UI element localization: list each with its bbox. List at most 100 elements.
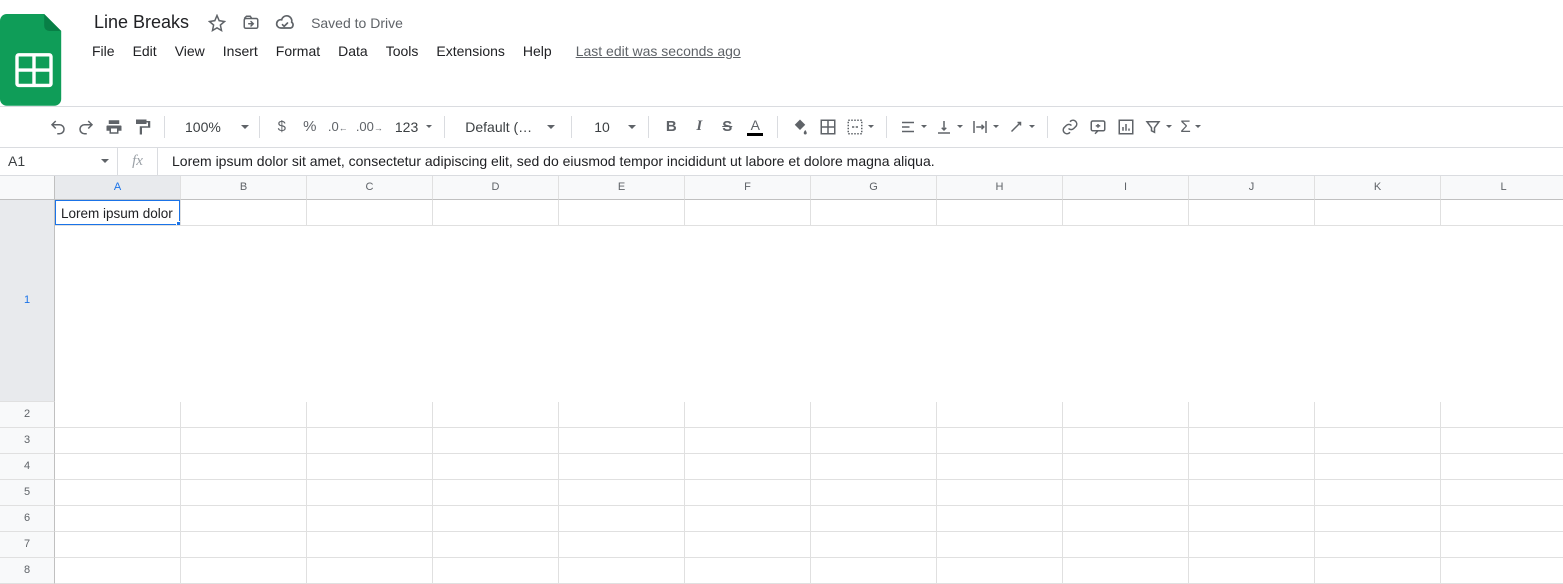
undo-button[interactable] <box>44 113 72 141</box>
star-icon[interactable] <box>205 11 229 35</box>
cell-E1[interactable] <box>559 200 685 226</box>
col-header-D[interactable]: D <box>433 176 559 200</box>
cell-B3[interactable] <box>181 428 307 454</box>
cell-K1[interactable] <box>1315 200 1441 226</box>
cell-E5[interactable] <box>559 480 685 506</box>
cell-G3[interactable] <box>811 428 937 454</box>
name-box[interactable]: A1 <box>0 148 118 175</box>
cell-B8[interactable] <box>181 558 307 584</box>
cell-F8[interactable] <box>685 558 811 584</box>
cell-A8[interactable] <box>55 558 181 584</box>
cell-C4[interactable] <box>307 454 433 480</box>
insert-comment-button[interactable] <box>1084 113 1112 141</box>
menu-extensions[interactable]: Extensions <box>428 39 512 63</box>
cell-G5[interactable] <box>811 480 937 506</box>
cell-D6[interactable] <box>433 506 559 532</box>
col-header-J[interactable]: J <box>1189 176 1315 200</box>
cell-I5[interactable] <box>1063 480 1189 506</box>
cell-I2[interactable] <box>1063 402 1189 428</box>
cell-I6[interactable] <box>1063 506 1189 532</box>
cell-B2[interactable] <box>181 402 307 428</box>
italic-button[interactable]: I <box>685 113 713 141</box>
cell-A3[interactable] <box>55 428 181 454</box>
cell-K7[interactable] <box>1315 532 1441 558</box>
filter-button[interactable] <box>1140 113 1176 141</box>
cell-H7[interactable] <box>937 532 1063 558</box>
cell-D7[interactable] <box>433 532 559 558</box>
decrease-decimal-button[interactable]: .0← <box>324 113 352 141</box>
cell-E4[interactable] <box>559 454 685 480</box>
doc-title[interactable]: Line Breaks <box>88 10 195 35</box>
print-button[interactable] <box>100 113 128 141</box>
cell-I4[interactable] <box>1063 454 1189 480</box>
cell-L5[interactable] <box>1441 480 1563 506</box>
cell-B5[interactable] <box>181 480 307 506</box>
cell-F5[interactable] <box>685 480 811 506</box>
menu-format[interactable]: Format <box>268 39 328 63</box>
col-header-E[interactable]: E <box>559 176 685 200</box>
cell-F4[interactable] <box>685 454 811 480</box>
cell-G1[interactable] <box>811 200 937 226</box>
cell-D3[interactable] <box>433 428 559 454</box>
cell-E2[interactable] <box>559 402 685 428</box>
col-header-I[interactable]: I <box>1063 176 1189 200</box>
col-header-H[interactable]: H <box>937 176 1063 200</box>
spreadsheet-grid[interactable]: A B C D E F G H I J K L 1 Lorem ipsum do… <box>0 176 1563 584</box>
row-header-3[interactable]: 3 <box>0 428 55 454</box>
cell-H3[interactable] <box>937 428 1063 454</box>
col-header-G[interactable]: G <box>811 176 937 200</box>
col-header-A[interactable]: A <box>55 176 181 200</box>
cell-F3[interactable] <box>685 428 811 454</box>
cell-L3[interactable] <box>1441 428 1563 454</box>
functions-button[interactable]: Σ <box>1176 113 1205 141</box>
cell-B6[interactable] <box>181 506 307 532</box>
cell-H4[interactable] <box>937 454 1063 480</box>
select-all-corner[interactable] <box>0 176 55 200</box>
cell-L6[interactable] <box>1441 506 1563 532</box>
cell-G4[interactable] <box>811 454 937 480</box>
cell-G8[interactable] <box>811 558 937 584</box>
cell-K4[interactable] <box>1315 454 1441 480</box>
cell-A6[interactable] <box>55 506 181 532</box>
insert-link-button[interactable] <box>1056 113 1084 141</box>
cell-J6[interactable] <box>1189 506 1315 532</box>
currency-button[interactable]: $ <box>268 113 296 141</box>
menu-view[interactable]: View <box>167 39 213 63</box>
cell-A2[interactable] <box>55 402 181 428</box>
app-logo[interactable] <box>0 6 68 106</box>
cell-H2[interactable] <box>937 402 1063 428</box>
increase-decimal-button[interactable]: .00→ <box>352 113 387 141</box>
cell-C1[interactable] <box>307 200 433 226</box>
cell-I3[interactable] <box>1063 428 1189 454</box>
col-header-B[interactable]: B <box>181 176 307 200</box>
cell-I8[interactable] <box>1063 558 1189 584</box>
paint-format-button[interactable] <box>128 113 156 141</box>
cell-L4[interactable] <box>1441 454 1563 480</box>
vertical-align-button[interactable] <box>931 113 967 141</box>
cell-F1[interactable] <box>685 200 811 226</box>
cell-L1[interactable] <box>1441 200 1563 226</box>
font-select[interactable]: Default (Ari... <box>453 113 563 141</box>
cell-G2[interactable] <box>811 402 937 428</box>
col-header-F[interactable]: F <box>685 176 811 200</box>
cell-L7[interactable] <box>1441 532 1563 558</box>
strikethrough-button[interactable]: S <box>713 113 741 141</box>
cell-B1[interactable] <box>181 200 307 226</box>
cell-J1[interactable] <box>1189 200 1315 226</box>
cell-F7[interactable] <box>685 532 811 558</box>
row-header-1[interactable]: 1 <box>0 200 55 402</box>
menu-tools[interactable]: Tools <box>378 39 427 63</box>
cell-D1[interactable] <box>433 200 559 226</box>
cell-C5[interactable] <box>307 480 433 506</box>
cell-I7[interactable] <box>1063 532 1189 558</box>
fill-handle[interactable] <box>176 221 181 226</box>
menu-file[interactable]: File <box>84 39 123 63</box>
cell-J5[interactable] <box>1189 480 1315 506</box>
cell-K2[interactable] <box>1315 402 1441 428</box>
row-header-4[interactable]: 4 <box>0 454 55 480</box>
row-header-5[interactable]: 5 <box>0 480 55 506</box>
cell-F2[interactable] <box>685 402 811 428</box>
cell-C8[interactable] <box>307 558 433 584</box>
col-header-K[interactable]: K <box>1315 176 1441 200</box>
cell-B7[interactable] <box>181 532 307 558</box>
